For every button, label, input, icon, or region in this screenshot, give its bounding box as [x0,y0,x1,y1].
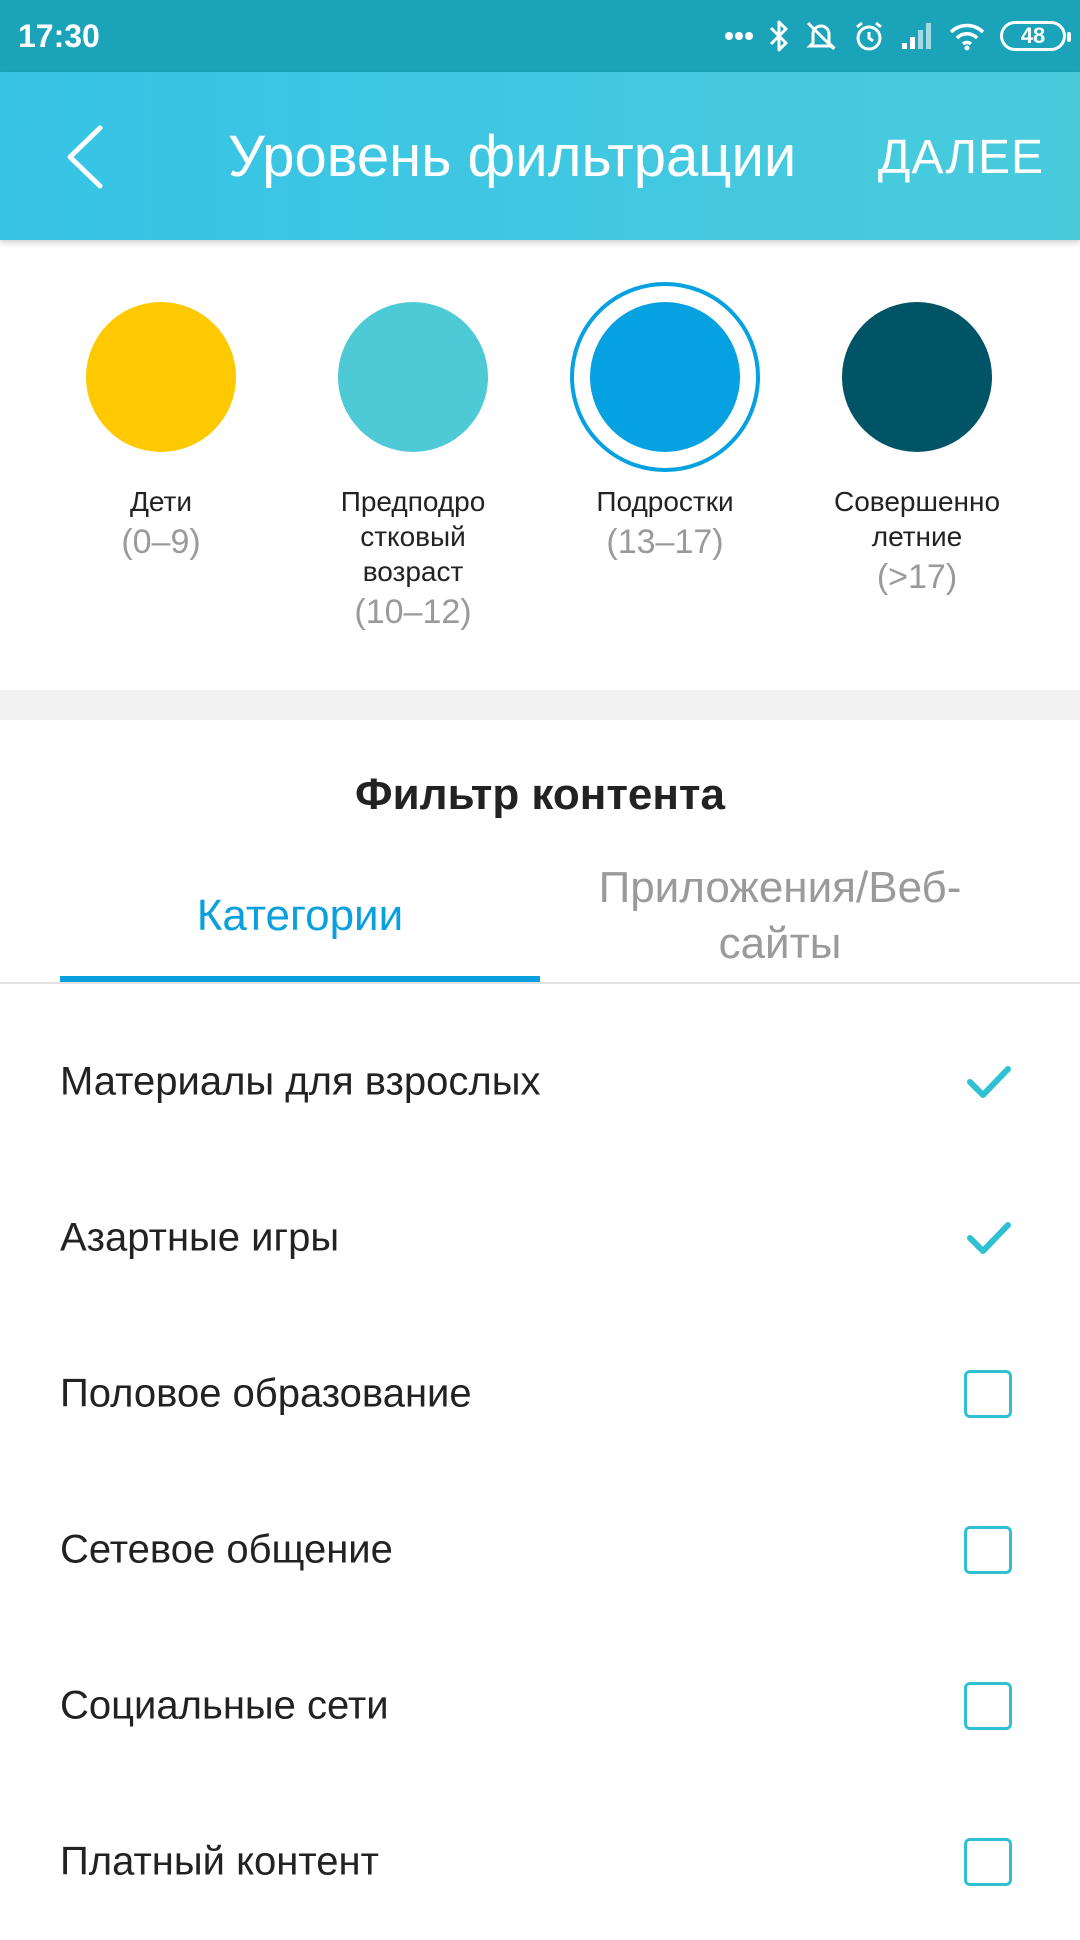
category-label: Азартные игры [60,1215,340,1260]
list-item[interactable]: Социальные сети [0,1628,1080,1784]
next-button[interactable]: ДАЛЕЕ [878,130,1044,186]
list-item[interactable]: Половое образование [0,1316,1080,1472]
level-name: Дети [129,486,193,517]
wifi-icon [949,23,985,51]
tab-label: Приложения/Веб- сайты [598,863,962,968]
checkmark-icon[interactable] [964,1218,1014,1258]
level-circle[interactable] [86,302,236,452]
checkbox[interactable] [964,1526,1012,1574]
status-icons: 48 [724,14,1071,58]
level-name: Предподро стковый возраст [340,486,486,587]
category-label: Материалы для взрослых [60,1059,541,1104]
category-list: Материалы для взрослых Азартные игры Пол… [0,1004,1080,1940]
level-age: (10–12) [354,593,472,631]
level-age: (0–9) [121,523,201,561]
list-item[interactable]: Азартные игры [0,1160,1080,1316]
notification-dots-icon [725,32,753,40]
list-item[interactable]: Материалы для взрослых [0,1004,1080,1160]
level-age: (13–17) [606,523,724,561]
bluetooth-icon [769,20,788,52]
content-filter-tabs: Категории Приложения/Веб- сайты [0,850,1080,984]
level-name: Подростки [596,486,734,517]
checkbox[interactable] [964,1682,1012,1730]
list-item[interactable]: Платный контент [0,1784,1080,1940]
level-option-preteen[interactable]: Предподро стковый возраст (10–12) [298,240,528,633]
category-label: Социальные сети [60,1683,389,1728]
level-circle[interactable] [590,302,740,452]
level-option-kids[interactable]: Дети (0–9) [46,240,276,563]
status-bar: 17:30 48 [0,0,1080,72]
tab-apps-websites[interactable]: Приложения/Веб- сайты [540,850,1020,982]
level-age: (>17) [876,558,958,596]
level-name: Совершенно летние [833,486,1001,552]
category-label: Половое образование [60,1371,472,1416]
battery-level: 48 [1020,23,1046,48]
back-arrow-icon[interactable] [56,122,116,192]
signal-icon [902,23,931,49]
category-label: Сетевое общение [60,1527,393,1572]
level-circle[interactable] [338,302,488,452]
filter-level-selector: Дети (0–9) Предподро стковый возраст (10… [0,240,1080,690]
tab-label: Категории [196,891,404,940]
tab-categories[interactable]: Категории [60,850,540,982]
battery-icon: 48 [1000,21,1071,51]
level-option-adults[interactable]: Совершенно летние (>17) [802,240,1032,598]
status-time: 17:30 [18,18,100,54]
level-option-teens[interactable]: Подростки (13–17) [550,240,780,563]
app-bar: Уровень фильтрации ДАЛЕЕ [0,72,1080,240]
checkbox[interactable] [964,1838,1012,1886]
list-item[interactable]: Сетевое общение [0,1472,1080,1628]
vibrate-off-icon [806,21,836,51]
level-circle[interactable] [842,302,992,452]
page-title: Уровень фильтрации [228,124,797,189]
checkbox[interactable] [964,1370,1012,1418]
alarm-icon [856,21,882,51]
checkmark-icon[interactable] [964,1062,1014,1102]
active-tab-indicator [60,976,540,982]
section-divider [0,690,1080,720]
content-filter-title: Фильтр контента [355,770,725,819]
category-label: Платный контент [60,1839,379,1884]
